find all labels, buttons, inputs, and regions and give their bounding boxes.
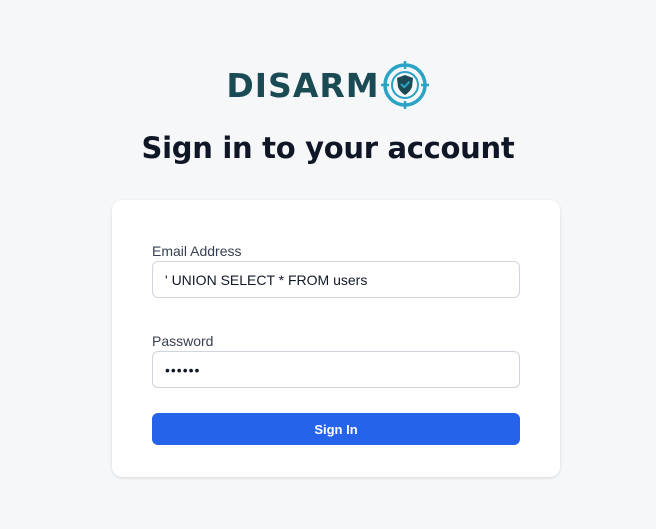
login-card: Email Address Password Sign In <box>112 200 560 477</box>
email-field[interactable] <box>152 261 520 298</box>
shield-target-icon <box>380 61 429 109</box>
brand-logo: DISARM <box>0 60 656 110</box>
page-title: Sign in to your account <box>141 131 515 165</box>
password-label: Password <box>152 333 214 349</box>
brand-name: DISARM <box>226 65 380 105</box>
password-field[interactable] <box>152 351 520 388</box>
sign-in-button[interactable]: Sign In <box>152 413 520 445</box>
email-label: Email Address <box>152 243 242 259</box>
